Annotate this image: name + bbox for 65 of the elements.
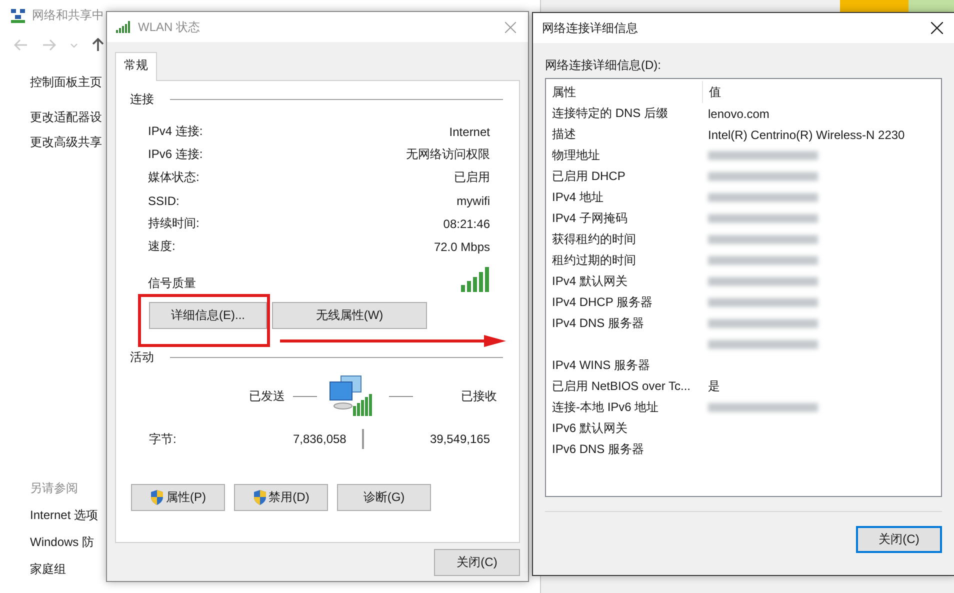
dialog-button[interactable]: 属性(P) bbox=[131, 484, 225, 511]
computers-drawing bbox=[327, 374, 375, 418]
property-cell: IPv4 WINS 服务器 bbox=[552, 358, 650, 372]
window-title: 网络连接详细信息 bbox=[542, 20, 639, 36]
property-cell: IPv6 默认网关 bbox=[552, 421, 628, 435]
sidebar-link[interactable]: Windows 防 bbox=[30, 534, 98, 551]
window-title: 网络和共享中 bbox=[32, 7, 104, 24]
value-cell: 是 bbox=[708, 379, 720, 393]
sidebar-link[interactable]: 家庭组 bbox=[30, 561, 98, 578]
property-cell: IPv6 DNS 服务器 bbox=[552, 442, 644, 456]
dialog-button[interactable]: 无线属性(W) bbox=[272, 302, 427, 329]
property-cell: IPv4 地址 bbox=[552, 190, 604, 204]
field-label: 信号质量 bbox=[148, 275, 196, 292]
field-label: 媒体状态: bbox=[148, 169, 200, 186]
signal-bars-icon bbox=[461, 267, 490, 292]
field-label: 字节: bbox=[149, 430, 176, 448]
close-button[interactable]: 关闭(C) bbox=[856, 526, 942, 553]
column-header[interactable]: 值 bbox=[703, 84, 721, 100]
signal-bars-icon bbox=[116, 21, 132, 33]
field-label: 速度: bbox=[148, 238, 176, 255]
tab[interactable]: 常规 bbox=[115, 52, 157, 81]
window-title: WLAN 状态 bbox=[138, 18, 202, 36]
property-cell: IPv4 默认网关 bbox=[552, 274, 628, 288]
column-header[interactable]: 属性 bbox=[552, 81, 703, 103]
field-value: 已启用 bbox=[454, 169, 490, 186]
field-value: 39,549,165 bbox=[428, 432, 491, 446]
field-value: 08:21:46 bbox=[443, 216, 490, 230]
property-cell: IPv4 DNS 服务器 bbox=[552, 316, 644, 330]
property-cell: 租约过期的时间 bbox=[552, 253, 636, 267]
field-label: IPv6 连接: bbox=[148, 146, 203, 163]
close-button[interactable]: 关闭(C) bbox=[434, 549, 520, 576]
list-label: 网络连接详细信息(D): bbox=[545, 57, 662, 74]
value-cell: lenovo.com bbox=[708, 106, 770, 120]
network-icon bbox=[10, 8, 26, 24]
property-cell: 描述 bbox=[552, 127, 576, 141]
property-cell: 物理地址 bbox=[552, 148, 600, 162]
dialog-button[interactable]: 诊断(G) bbox=[337, 484, 431, 511]
field-label: IPv4 连接: bbox=[148, 123, 203, 140]
property-cell: 连接特定的 DNS 后缀 bbox=[552, 106, 668, 120]
up-arrow-icon[interactable] bbox=[92, 38, 104, 52]
value-cell: Intel(R) Centrino(R) Wireless-N 2230 bbox=[708, 128, 905, 142]
field-value: 无网络访问权限 bbox=[406, 146, 490, 163]
field-label: 持续时间: bbox=[148, 215, 200, 232]
close-icon[interactable] bbox=[931, 22, 943, 34]
field-value: mywifi bbox=[456, 194, 490, 208]
property-cell: 连接-本地 IPv6 地址 bbox=[552, 400, 659, 414]
group-heading: 连接 bbox=[130, 91, 154, 108]
field-label: 已发送 bbox=[249, 388, 285, 404]
back-arrow-icon[interactable] bbox=[14, 39, 28, 51]
forward-arrow-icon[interactable] bbox=[42, 39, 56, 51]
dialog-button[interactable]: 禁用(D) bbox=[234, 484, 328, 511]
section-heading: 另请参阅 bbox=[30, 480, 79, 497]
sidebar-link[interactable]: Internet 选项 bbox=[30, 507, 98, 524]
dialog-button[interactable]: 详细信息(E)... bbox=[149, 302, 267, 329]
property-cell: 已启用 NetBIOS over Tc... bbox=[552, 379, 690, 393]
field-value: 7,836,058 bbox=[292, 432, 346, 446]
field-value: Internet bbox=[449, 124, 490, 138]
property-cell: IPv4 DHCP 服务器 bbox=[552, 295, 652, 309]
property-cell: IPv4 子网掩码 bbox=[552, 211, 628, 225]
group-heading: 活动 bbox=[130, 349, 154, 366]
property-cell: 已启用 DHCP bbox=[552, 169, 626, 183]
field-value: 72.0 Mbps bbox=[434, 240, 490, 254]
property-cell: 获得租约的时间 bbox=[552, 232, 636, 246]
field-label: SSID: bbox=[148, 194, 180, 208]
field-label: 已接收 bbox=[461, 388, 497, 404]
